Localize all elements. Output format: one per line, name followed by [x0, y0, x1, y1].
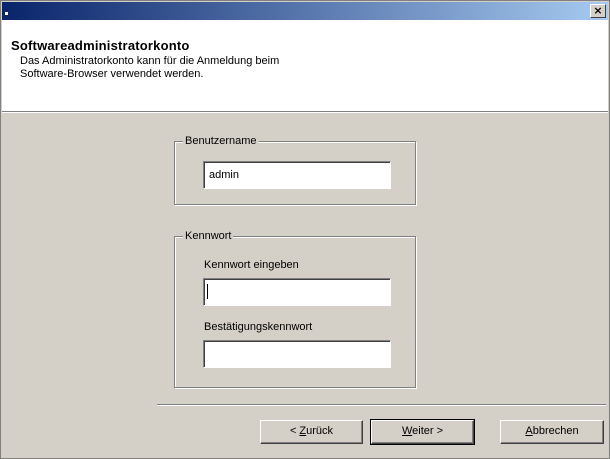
title-bar[interactable]: ×: [2, 2, 608, 20]
password-group-legend: Kennwort: [183, 230, 234, 243]
close-icon: ×: [593, 4, 603, 17]
description-line-1: Das Administratorkonto kann für die Anme…: [20, 55, 280, 67]
description-line-2: Software-Browser verwendet werden.: [20, 68, 204, 80]
setup-dialog: × Softwareadministratorkonto Das Adminis…: [0, 0, 610, 459]
next-button-rest: eiter >: [412, 425, 444, 437]
page-description: Das Administratorkonto kann für die Anme…: [20, 55, 460, 81]
password-enter-label: Kennwort eingeben: [204, 259, 299, 271]
password-confirm-input[interactable]: [203, 340, 391, 368]
close-button[interactable]: ×: [590, 4, 606, 18]
title-bar-marker: [5, 12, 8, 15]
next-button-mnemonic: W: [401, 425, 413, 437]
next-button[interactable]: Weiter >: [370, 419, 475, 445]
username-group-legend: Benutzername: [183, 135, 259, 148]
cancel-button-rest: bbrechen: [532, 425, 579, 437]
text-caret: [207, 284, 208, 299]
username-input[interactable]: [203, 161, 391, 189]
password-confirm-label: Bestätigungskennwort: [204, 321, 313, 333]
back-button[interactable]: < Zurück: [260, 420, 363, 444]
button-separator: [157, 404, 606, 406]
page-title: Softwareadministratorkonto: [11, 38, 190, 53]
back-button-prefix: <: [289, 425, 300, 437]
cancel-button[interactable]: Abbrechen: [500, 420, 604, 444]
back-button-rest: urück: [306, 425, 334, 437]
cancel-button-mnemonic: A: [525, 425, 533, 437]
password-enter-input[interactable]: [203, 278, 391, 306]
header-panel: Softwareadministratorkonto Das Administr…: [2, 20, 608, 113]
